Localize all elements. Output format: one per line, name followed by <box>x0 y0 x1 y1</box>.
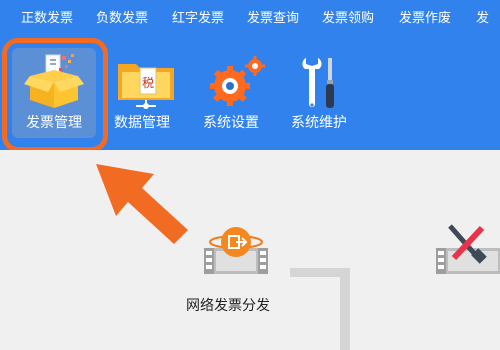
tools-film-icon <box>436 224 500 274</box>
menu-item-negative-invoice[interactable]: 负数发票 <box>96 10 148 28</box>
tool-system-maintenance[interactable]: 系统维护 <box>288 48 358 138</box>
tool-label-system-settings: 系统设置 <box>203 115 259 131</box>
menu-item-overflow[interactable]: 发 <box>476 10 489 28</box>
menu-item-invoice-purchase[interactable]: 发票领购 <box>322 10 374 28</box>
menu-item-red-invoice[interactable]: 红字发票 <box>172 10 224 28</box>
svg-text:税: 税 <box>142 76 154 90</box>
network-dispatch-icon <box>204 227 268 274</box>
menu-item-invoice-query[interactable]: 发票查询 <box>247 10 299 28</box>
pointer-arrow <box>96 164 188 244</box>
menu-item-positive-invoice[interactable]: 正数发票 <box>21 10 73 28</box>
menu-bar: 正数发票 负数发票 红字发票 发票查询 发票领购 发票作废 发 <box>0 0 500 38</box>
connector-line-vertical <box>340 268 350 350</box>
folder-data-icon: 税 <box>118 64 174 109</box>
feature-tools[interactable] <box>434 220 500 282</box>
tool-data-management[interactable]: 税 数据管理 <box>112 48 182 138</box>
highlight-box <box>2 38 108 152</box>
feature-label-network-invoice-dispatch: 网络发票分发 <box>186 298 270 314</box>
tool-system-settings[interactable]: 系统设置 <box>200 48 270 138</box>
gear-settings-icon <box>210 56 265 106</box>
menu-item-invoice-void[interactable]: 发票作废 <box>399 10 451 28</box>
wrench-screwdriver-icon <box>302 58 334 108</box>
tool-label-system-maintenance: 系统维护 <box>291 115 347 131</box>
tool-label-data-management: 数据管理 <box>114 115 170 131</box>
